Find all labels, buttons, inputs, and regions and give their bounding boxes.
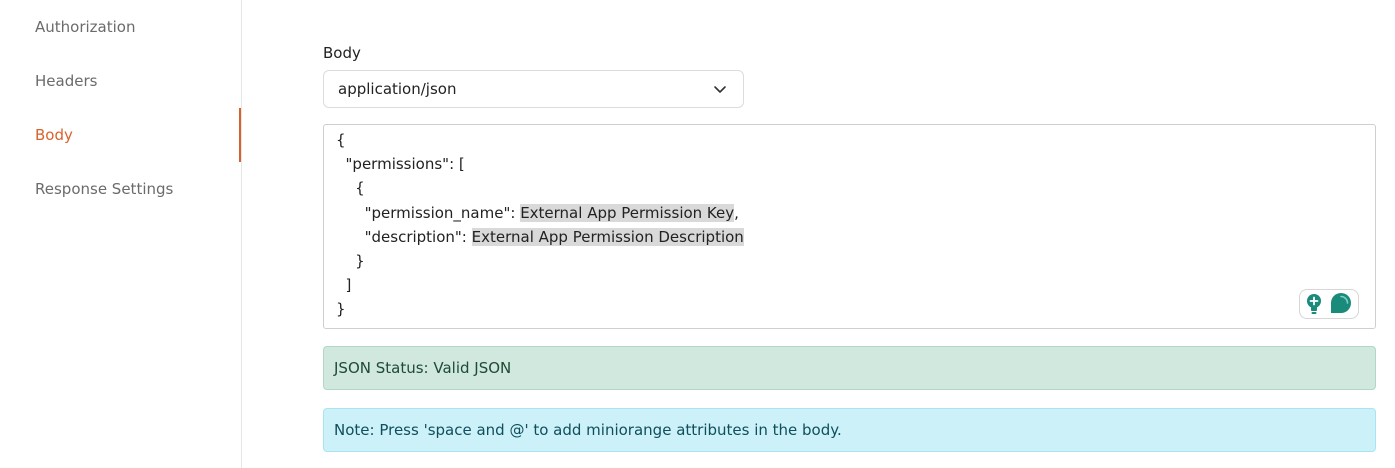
json-body-editor[interactable]: { "permissions": [ { "permission_name": … <box>323 124 1376 329</box>
sidebar-item-label: Headers <box>35 72 98 90</box>
chat-bubble-icon[interactable] <box>1328 292 1354 316</box>
editor-line: ] <box>336 276 352 294</box>
lightbulb-icon[interactable] <box>1304 293 1324 315</box>
json-status-alert: JSON Status: Valid JSON <box>323 346 1376 390</box>
sidebar: Authorization Headers Body Response Sett… <box>0 0 242 468</box>
highlighted-value: External App Permission Description <box>471 228 744 246</box>
editor-line: "permission_name": External App Permissi… <box>336 204 739 222</box>
json-status-text: JSON Status: Valid JSON <box>334 359 512 377</box>
note-text: Note: Press 'space and @' to add miniora… <box>334 421 842 439</box>
sidebar-item-label: Response Settings <box>35 180 174 198</box>
body-section-label: Body <box>323 44 361 62</box>
editor-line: { <box>336 179 365 197</box>
sidebar-item-label: Body <box>35 126 73 144</box>
editor-line: "description": External App Permission D… <box>336 228 744 246</box>
editor-line: } <box>336 252 365 270</box>
editor-line: } <box>336 300 346 318</box>
chevron-down-icon <box>714 86 726 93</box>
content-type-select[interactable]: application/json <box>323 70 744 108</box>
sidebar-item-authorization[interactable]: Authorization <box>0 0 241 54</box>
note-alert: Note: Press 'space and @' to add miniora… <box>323 408 1376 452</box>
sidebar-item-body[interactable]: Body <box>0 108 241 162</box>
assistant-badge[interactable] <box>1299 289 1359 319</box>
editor-line: "permissions": [ <box>336 155 465 173</box>
sidebar-item-headers[interactable]: Headers <box>0 54 241 108</box>
sidebar-item-response-settings[interactable]: Response Settings <box>0 162 241 216</box>
editor-line: { <box>336 131 346 149</box>
content-type-value: application/json <box>338 80 457 98</box>
main-content: Body application/json { "permissions": [… <box>242 0 1395 468</box>
sidebar-item-label: Authorization <box>35 18 136 36</box>
highlighted-value: External App Permission Key <box>520 204 735 222</box>
